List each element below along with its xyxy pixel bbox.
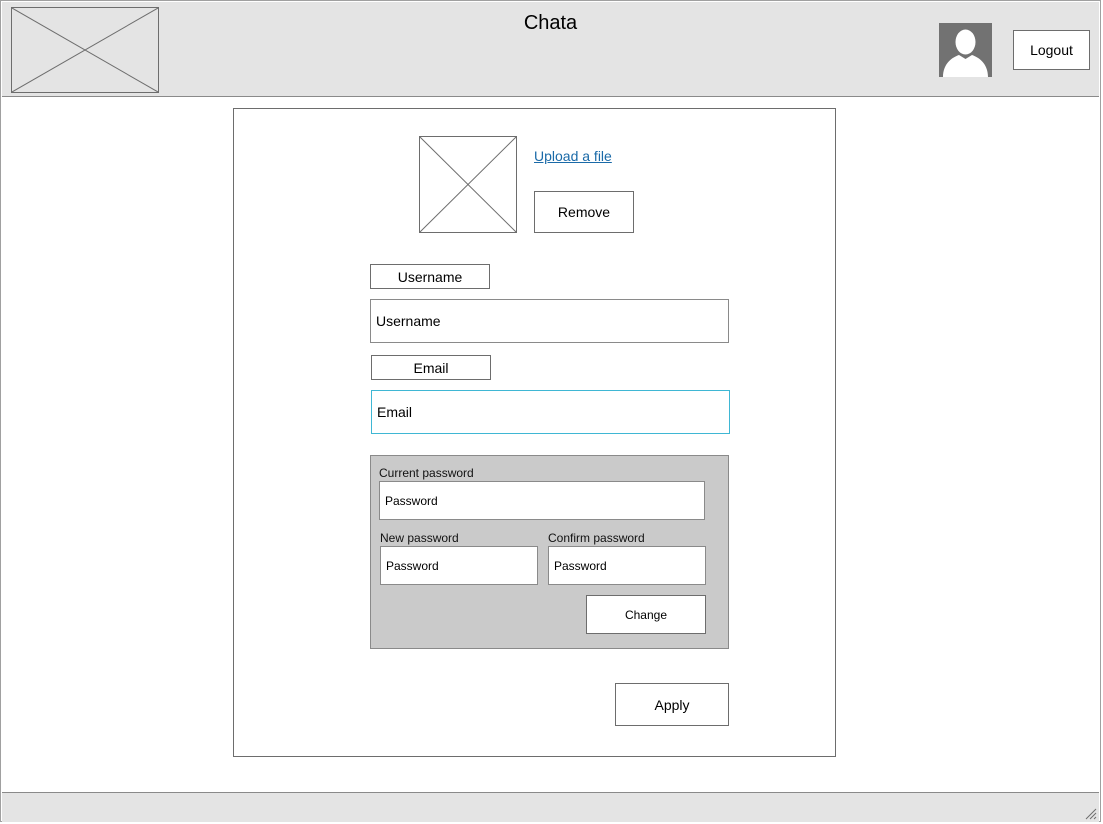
confirm-password-input[interactable]: [548, 546, 706, 585]
username-input[interactable]: [370, 299, 729, 343]
app-window: Chata Logout Upload a file Remove Userna…: [0, 0, 1101, 822]
logout-button[interactable]: Logout: [1013, 30, 1090, 70]
remove-picture-button[interactable]: Remove: [534, 191, 634, 233]
email-input[interactable]: [371, 390, 730, 434]
email-label: Email: [371, 355, 491, 380]
current-password-input[interactable]: [379, 481, 705, 520]
username-label: Username: [370, 264, 490, 289]
resize-grip-icon[interactable]: [1085, 808, 1097, 820]
profile-picture-placeholder-icon: [419, 136, 517, 233]
confirm-password-label: Confirm password: [548, 531, 645, 545]
change-password-button[interactable]: Change: [586, 595, 706, 634]
current-password-label: Current password: [379, 466, 474, 480]
new-password-input[interactable]: [380, 546, 538, 585]
new-password-label: New password: [380, 531, 459, 545]
header-bar: Chata Logout: [2, 2, 1099, 97]
apply-button[interactable]: Apply: [615, 683, 729, 726]
app-title: Chata: [523, 12, 578, 34]
user-avatar-icon[interactable]: [939, 23, 992, 77]
status-bar: [2, 792, 1099, 822]
upload-file-link[interactable]: Upload a file: [534, 148, 612, 164]
